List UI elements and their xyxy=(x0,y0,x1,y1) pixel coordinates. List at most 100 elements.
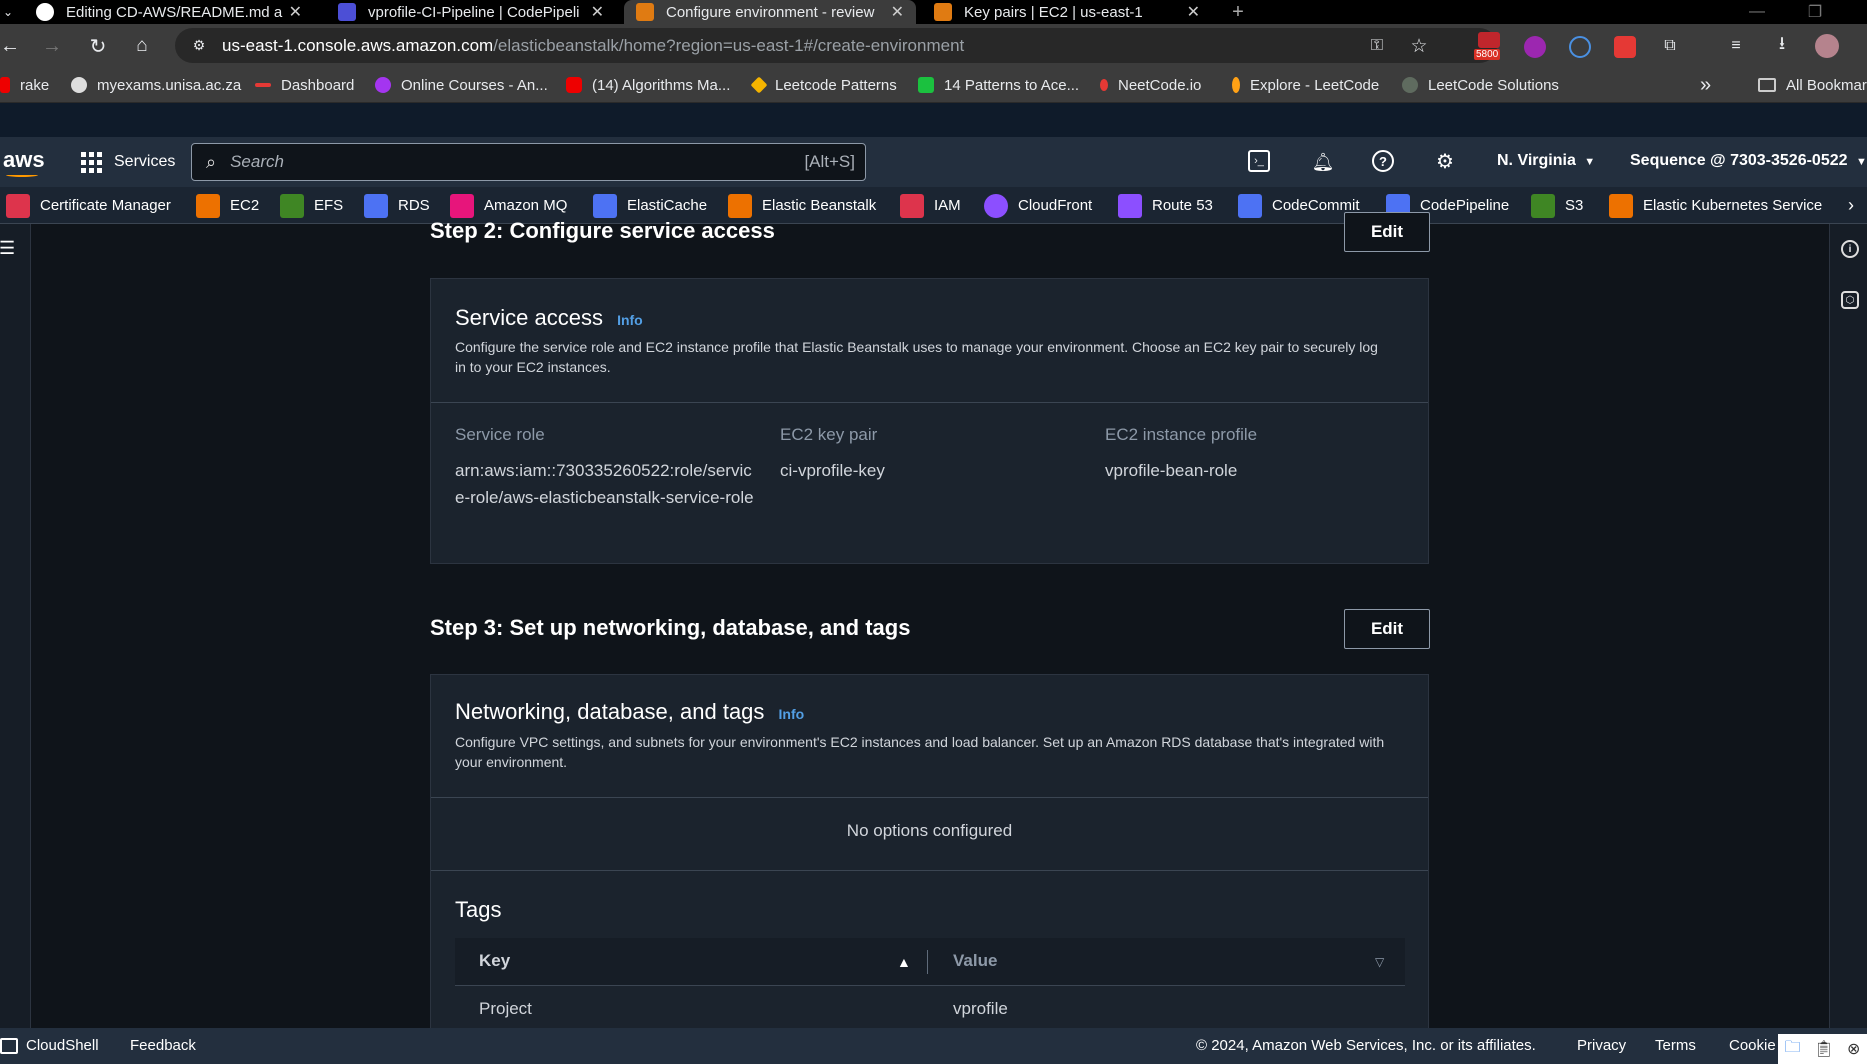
sort-icon[interactable]: ▽ xyxy=(1375,955,1384,969)
shortcut-rds[interactable]: RDS xyxy=(364,187,430,224)
bookmark-star-icon[interactable]: ☆ xyxy=(1407,34,1431,58)
aws-logo[interactable]: aws xyxy=(3,147,45,173)
media-control-icon[interactable]: ≡ xyxy=(1724,34,1748,58)
shortcut-label: Certificate Manager xyxy=(40,197,171,214)
edit-step-2-button[interactable]: Edit xyxy=(1344,212,1430,252)
scroll-right-icon[interactable]: › xyxy=(1848,187,1854,224)
cookie-link[interactable]: Cookie xyxy=(1729,1037,1776,1054)
bookmark-item[interactable]: Dashboard xyxy=(255,67,354,103)
download-icon[interactable]: ⭳ xyxy=(1770,33,1794,58)
region-selector[interactable]: N. Virginia ▼ xyxy=(1497,152,1595,170)
home-icon[interactable]: ⌂ xyxy=(128,32,156,60)
notifications-bell-icon[interactable]: 🔔︎ xyxy=(1311,150,1335,174)
bookmark-item[interactable]: 14 Patterns to Ace... xyxy=(918,67,1079,103)
profile-avatar[interactable] xyxy=(1815,34,1839,58)
more-bookmarks-button[interactable]: » xyxy=(1700,67,1711,103)
cloudshell-button[interactable]: CloudShell xyxy=(0,1037,99,1054)
services-menu-button[interactable]: Services xyxy=(81,149,175,175)
bookmark-label: (14) Algorithms Ma... xyxy=(592,76,731,94)
shortcut-efs[interactable]: EFS xyxy=(280,187,343,224)
column-label: Value xyxy=(953,951,998,970)
shortcut-s3[interactable]: S3 xyxy=(1531,187,1583,224)
amazon-mq-icon xyxy=(450,193,474,218)
feedback-link[interactable]: Feedback xyxy=(130,1037,196,1054)
shortcut-label: CloudFront xyxy=(1018,197,1093,214)
forward-icon[interactable]: → xyxy=(38,32,66,60)
url-host: us-east-1.console.aws.amazon.com xyxy=(222,35,494,55)
shortcut-iam[interactable]: IAM xyxy=(900,187,961,224)
shortcut-route-53[interactable]: Route 53 xyxy=(1118,187,1213,224)
tab-github[interactable]: Editing CD-AWS/README.md a ✕ xyxy=(24,0,314,24)
bookmark-label: NeetCode.io xyxy=(1118,76,1202,94)
search-shortcut: [Alt+S] xyxy=(804,152,855,171)
help-panel-icon[interactable]: ⬡ xyxy=(1841,291,1859,309)
minimize-icon[interactable]: — xyxy=(1742,0,1772,24)
clipboard-icon[interactable]: 📋︎ xyxy=(1814,1039,1834,1059)
close-icon[interactable]: ⊗ xyxy=(1847,1039,1860,1059)
close-tab-icon[interactable]: ✕ xyxy=(1187,2,1200,22)
info-panel-icon[interactable]: i xyxy=(1841,240,1859,258)
menu-hamburger-icon[interactable]: ☰ xyxy=(0,238,15,258)
search-icon: ⌕ xyxy=(206,151,217,172)
extensions-puzzle-icon[interactable]: ⧉ xyxy=(1658,34,1682,58)
bookmark-label: myexams.unisa.ac.za xyxy=(97,76,242,94)
tab-codepipeline[interactable]: vprofile-CI-Pipeline | CodePipeli ✕ xyxy=(326,0,616,24)
tab-key-pairs[interactable]: Key pairs | EC2 | us-east-1 ✕ xyxy=(922,0,1212,24)
tab-title: Configure environment - review xyxy=(666,3,875,21)
tab-configure-environment[interactable]: Configure environment - review ✕ xyxy=(624,0,916,24)
extension-icon[interactable] xyxy=(1569,36,1591,58)
shortcut-codecommit[interactable]: CodeCommit xyxy=(1238,187,1360,224)
shortcut-certificate-manager[interactable]: Certificate Manager xyxy=(6,187,171,224)
shortcut-ec2[interactable]: EC2 xyxy=(196,187,259,224)
help-icon[interactable]: ? xyxy=(1372,150,1394,172)
edit-step-3-button[interactable]: Edit xyxy=(1344,609,1430,649)
bookmark-item[interactable]: LeetCode Solutions xyxy=(1402,67,1559,103)
folder-icon[interactable]: 🗀 xyxy=(1785,1036,1801,1063)
column-header-key[interactable]: Key xyxy=(479,951,510,971)
restore-icon[interactable]: ❐ xyxy=(1800,0,1830,24)
bookmark-item[interactable]: Explore - LeetCode xyxy=(1232,67,1379,103)
rds-icon xyxy=(364,193,388,218)
info-link[interactable]: Info xyxy=(617,312,643,328)
reload-icon[interactable]: ↻ xyxy=(84,32,112,60)
settings-gear-icon[interactable]: ⚙ xyxy=(1433,149,1457,173)
shortcut-cloudfront[interactable]: CloudFront xyxy=(984,187,1092,224)
bookmark-item[interactable]: NeetCode.io xyxy=(1100,67,1201,103)
site-info-icon[interactable]: ⚙ xyxy=(189,35,209,55)
address-bar[interactable]: ⚙ us-east-1.console.aws.amazon.com/elast… xyxy=(175,28,1497,63)
elastic-beanstalk-icon xyxy=(728,193,752,218)
sort-ascending-icon[interactable]: ▲ xyxy=(897,954,911,970)
shortcut-label: EFS xyxy=(314,197,344,214)
key-icon[interactable]: ⚿ xyxy=(1365,34,1389,58)
bookmark-item[interactable]: myexams.unisa.ac.za xyxy=(71,67,241,103)
bookmark-item[interactable]: Leetcode Patterns xyxy=(750,67,897,103)
bookmark-item[interactable]: rake xyxy=(0,67,49,103)
column-header-value[interactable]: Value xyxy=(953,951,997,971)
extension-icon[interactable] xyxy=(1524,36,1546,58)
new-tab-button[interactable]: + xyxy=(1224,0,1252,24)
youtube-icon xyxy=(0,77,10,93)
folder-icon xyxy=(1758,78,1776,92)
close-tab-icon[interactable]: ✕ xyxy=(289,2,302,22)
terms-link[interactable]: Terms xyxy=(1655,1037,1696,1054)
close-tab-icon[interactable]: ✕ xyxy=(891,2,904,22)
cloudshell-icon[interactable]: ›_ xyxy=(1248,150,1270,172)
s3-icon xyxy=(1531,193,1555,218)
back-icon[interactable]: ← xyxy=(0,32,20,60)
extension-badge-icon[interactable]: 5800 xyxy=(1474,32,1506,62)
aws-search-input[interactable]: ⌕ Search [Alt+S] xyxy=(191,143,866,181)
search-placeholder: Search xyxy=(230,152,284,171)
privacy-link[interactable]: Privacy xyxy=(1577,1037,1626,1054)
all-bookmarks-button[interactable]: All Bookmar xyxy=(1758,67,1867,103)
tab-title: Key pairs | EC2 | us-east-1 xyxy=(964,3,1143,21)
bookmark-item[interactable]: Online Courses - An... xyxy=(375,67,548,103)
shortcut-eks[interactable]: Elastic Kubernetes Service xyxy=(1609,187,1822,224)
bookmark-item[interactable]: (14) Algorithms Ma... xyxy=(566,67,730,103)
close-tab-icon[interactable]: ✕ xyxy=(591,2,604,22)
udemy-icon xyxy=(375,77,391,93)
bookmark-label: 14 Patterns to Ace... xyxy=(944,76,1080,94)
info-link[interactable]: Info xyxy=(779,706,805,722)
account-menu[interactable]: Sequence @ 7303-3526-0522 ▼ xyxy=(1630,152,1867,170)
extension-icon[interactable] xyxy=(1614,36,1636,58)
tab-search-icon[interactable]: ⌄ xyxy=(0,0,16,24)
